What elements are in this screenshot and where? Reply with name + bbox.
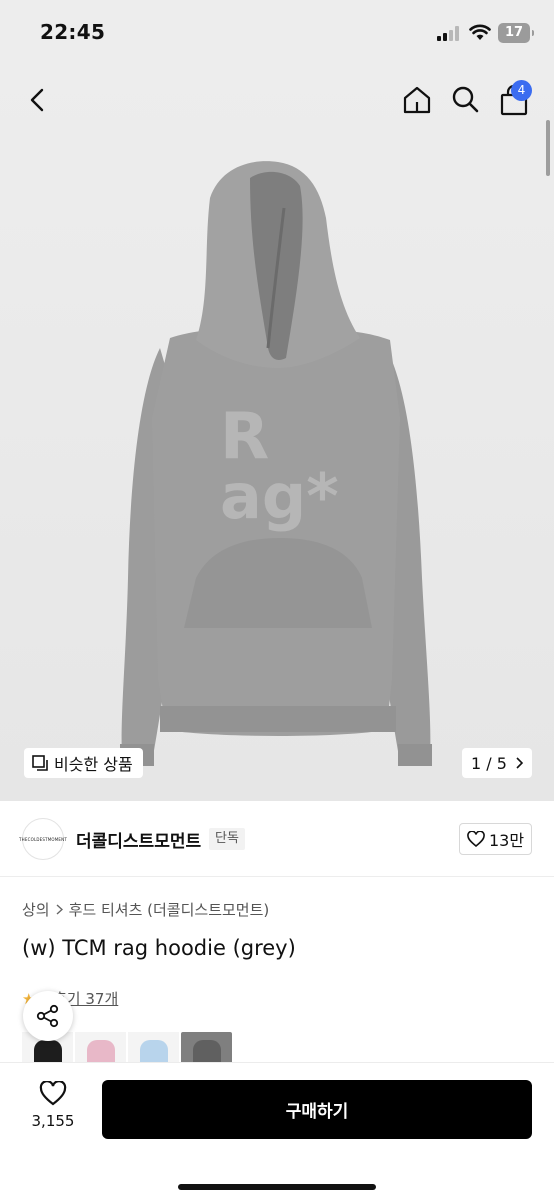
brand-logo-text: THECOLDESTMOMENT [19, 836, 67, 842]
favorite-button[interactable]: 3,155 [22, 1080, 84, 1130]
similar-products-label: 비슷한 상품 [54, 755, 133, 774]
heart-icon [467, 831, 485, 847]
brand-name[interactable]: 더콜디스트모먼트 [76, 827, 201, 852]
breadcrumb-subcategory[interactable]: 후드 티셔츠 (더콜디스트모먼트) [69, 899, 270, 920]
home-icon[interactable] [401, 84, 433, 116]
status-bar: 22:45 17 [0, 0, 554, 66]
status-time: 22:45 [40, 20, 106, 44]
back-arrow-icon[interactable] [22, 84, 54, 116]
product-title: (w) TCM rag hoodie (grey) [22, 936, 296, 960]
chevron-right-icon [56, 904, 63, 915]
brand-row: THECOLDESTMOMENT 더콜디스트모먼트 단독 13만 [0, 801, 554, 877]
search-icon[interactable] [449, 84, 481, 116]
cellular-signal-icon [437, 26, 463, 41]
hoodie-print-rest: ag* [220, 460, 339, 533]
similar-products-icon [32, 755, 48, 771]
share-icon [36, 1004, 59, 1028]
wifi-icon [469, 24, 491, 40]
home-indicator[interactable] [178, 1184, 376, 1190]
page-indicator-text: 1 / 5 [471, 753, 507, 773]
buy-button[interactable]: 구매하기 [102, 1080, 532, 1139]
brand-logo[interactable]: THECOLDESTMOMENT [19, 818, 67, 860]
swatch-light-blue[interactable] [128, 1032, 179, 1062]
share-button[interactable] [23, 991, 73, 1041]
chevron-right-icon [516, 757, 523, 769]
brand-like-button[interactable]: 13만 [459, 823, 532, 855]
image-page-indicator[interactable]: 1 / 5 [462, 748, 532, 778]
product-image-gallery[interactable]: 4 R ag* 비슷한 상품 1 / 5 [0, 66, 554, 801]
scrollbar[interactable] [546, 120, 550, 176]
favorite-count: 3,155 [31, 1112, 75, 1130]
heart-icon [39, 1080, 67, 1106]
bottom-action-bar: 3,155 구매하기 [0, 1062, 554, 1200]
swatch-grey-selected[interactable] [181, 1032, 232, 1062]
swatch-pink[interactable] [75, 1032, 126, 1062]
battery-indicator: 17 [498, 23, 534, 43]
brand-like-count: 13만 [488, 831, 525, 850]
exclusive-badge: 단독 [209, 828, 245, 850]
breadcrumb: 상의 후드 티셔츠 (더콜디스트모먼트) [22, 899, 269, 920]
similar-products-button[interactable]: 비슷한 상품 [24, 748, 143, 778]
cart-count-badge: 4 [511, 80, 532, 101]
product-hoodie-image: R ag* [120, 161, 432, 766]
breadcrumb-category[interactable]: 상의 [22, 899, 50, 920]
